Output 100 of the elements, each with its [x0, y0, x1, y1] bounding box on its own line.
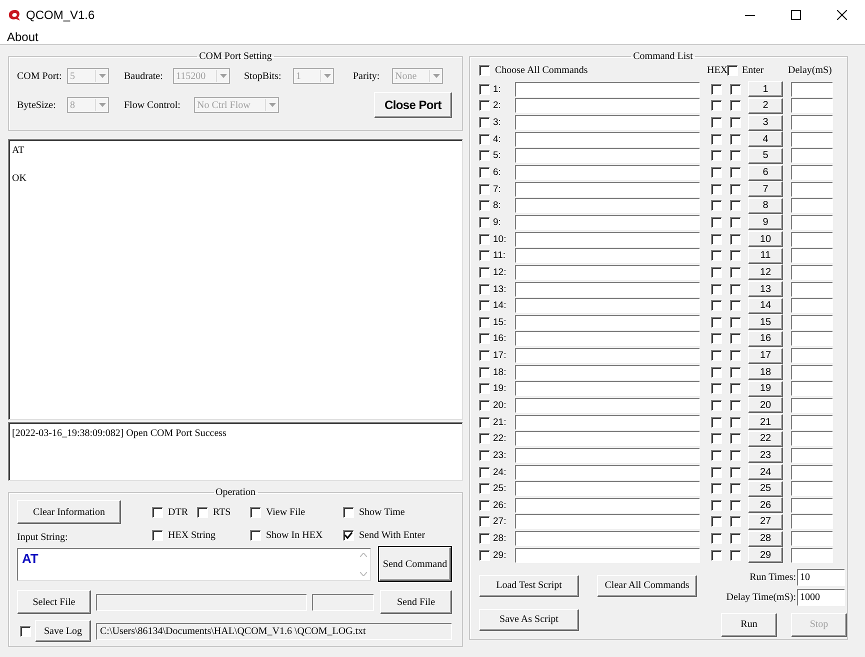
checkbox[interactable] [711, 450, 722, 461]
checkbox[interactable] [479, 533, 490, 544]
send-row-button[interactable]: 6 [748, 164, 783, 181]
delay-field[interactable] [791, 514, 833, 530]
checkbox[interactable] [730, 533, 741, 544]
command-field[interactable] [515, 448, 700, 463]
checkbox[interactable] [479, 550, 490, 561]
command-field[interactable] [515, 531, 700, 546]
command-field[interactable] [515, 398, 700, 413]
checkbox[interactable] [479, 433, 490, 444]
command-field[interactable] [515, 115, 700, 130]
checkbox[interactable] [730, 383, 741, 394]
checkbox[interactable] [479, 266, 490, 278]
command-field[interactable] [515, 464, 700, 480]
checkbox[interactable] [730, 450, 741, 461]
command-field[interactable] [515, 431, 700, 446]
checkbox[interactable] [730, 117, 741, 128]
delay-field[interactable] [791, 232, 833, 247]
checkbox[interactable] [479, 117, 490, 128]
checkbox[interactable] [479, 466, 490, 478]
send-row-button[interactable]: 5 [748, 148, 783, 164]
checkbox[interactable] [479, 316, 490, 328]
checkbox[interactable] [730, 300, 741, 312]
checkbox[interactable] [730, 433, 741, 444]
checkbox[interactable] [711, 100, 722, 112]
save-log-button[interactable]: Save Log [35, 620, 91, 642]
checkbox[interactable] [711, 483, 722, 494]
checkbox[interactable] [730, 316, 741, 328]
clear-information-button[interactable]: Clear Information [17, 500, 121, 524]
send-row-button[interactable]: 14 [748, 298, 783, 314]
delay-field[interactable] [791, 431, 833, 446]
delay-field[interactable] [791, 248, 833, 264]
checkbox[interactable] [479, 167, 490, 178]
checkbox[interactable] [711, 433, 722, 444]
checkbox[interactable] [711, 117, 722, 128]
send-row-button[interactable]: 25 [748, 480, 783, 497]
checkbox[interactable] [730, 167, 741, 178]
checkbox[interactable] [711, 84, 722, 95]
checkbox[interactable] [479, 500, 490, 511]
send-row-button[interactable]: 4 [748, 131, 783, 148]
checkbox[interactable] [343, 506, 354, 518]
checkbox[interactable] [730, 350, 741, 362]
checkbox[interactable] [711, 366, 722, 378]
checkbox[interactable] [730, 500, 741, 511]
delay-field[interactable] [791, 82, 833, 97]
command-field[interactable] [515, 182, 700, 197]
delay-field[interactable] [791, 381, 833, 396]
send-row-button[interactable]: 27 [748, 514, 783, 530]
checkbox[interactable] [479, 84, 490, 95]
delay-field[interactable] [791, 464, 833, 480]
checkbox[interactable] [730, 266, 741, 278]
send-row-button[interactable]: 2 [748, 98, 783, 114]
command-field[interactable] [515, 214, 700, 230]
checkbox[interactable] [152, 530, 163, 540]
maximize-icon[interactable] [791, 10, 801, 20]
send-row-button[interactable]: 10 [748, 231, 783, 248]
checkbox[interactable] [479, 134, 490, 145]
command-field[interactable] [515, 364, 700, 380]
delay-field[interactable] [791, 348, 833, 364]
send-row-button[interactable]: 26 [748, 497, 783, 514]
delay-field[interactable] [791, 314, 833, 330]
checkbox[interactable] [479, 150, 490, 162]
delay-field[interactable] [791, 264, 833, 280]
checkbox[interactable] [730, 516, 741, 528]
close-icon[interactable] [837, 10, 847, 20]
checkbox[interactable] [730, 416, 741, 428]
checkbox[interactable] [479, 400, 490, 411]
input-field[interactable]: AT [17, 548, 371, 580]
checkbox[interactable] [711, 533, 722, 544]
log-path-field[interactable]: C:\Users\86134\Documents\HAL\QCOM_V1.6 \QCOM_LOG.txt [96, 622, 452, 640]
file-info-field[interactable] [312, 594, 374, 610]
select-file-button[interactable]: Select File [17, 590, 91, 614]
command-field[interactable] [515, 232, 700, 247]
command-field[interactable] [515, 548, 700, 563]
command-field[interactable] [515, 348, 700, 364]
checkbox[interactable] [711, 284, 722, 294]
delay-field[interactable] [791, 398, 833, 413]
checkbox[interactable] [711, 500, 722, 511]
checkbox[interactable] [730, 150, 741, 162]
send-row-button[interactable]: 16 [748, 330, 783, 347]
checkbox[interactable] [711, 200, 722, 212]
command-field[interactable] [515, 98, 700, 114]
checkbox[interactable] [479, 333, 490, 344]
command-field[interactable] [515, 264, 700, 280]
checkbox[interactable] [152, 506, 163, 518]
send-row-button[interactable]: 17 [748, 348, 783, 364]
send-row-button[interactable]: 1 [748, 81, 783, 98]
send-row-button[interactable]: 19 [748, 380, 783, 397]
checkbox[interactable] [711, 300, 722, 312]
delay-field[interactable] [791, 364, 833, 380]
checkbox[interactable] [711, 400, 722, 411]
delay-field[interactable] [791, 531, 833, 546]
checkbox[interactable] [479, 366, 490, 378]
checkbox[interactable] [343, 530, 354, 540]
checkbox[interactable] [730, 366, 741, 378]
checkbox[interactable] [479, 300, 490, 312]
checkbox[interactable] [479, 200, 490, 212]
checkbox[interactable] [711, 216, 722, 228]
menu-item[interactable]: About [6, 30, 40, 44]
command-field[interactable] [515, 248, 700, 264]
